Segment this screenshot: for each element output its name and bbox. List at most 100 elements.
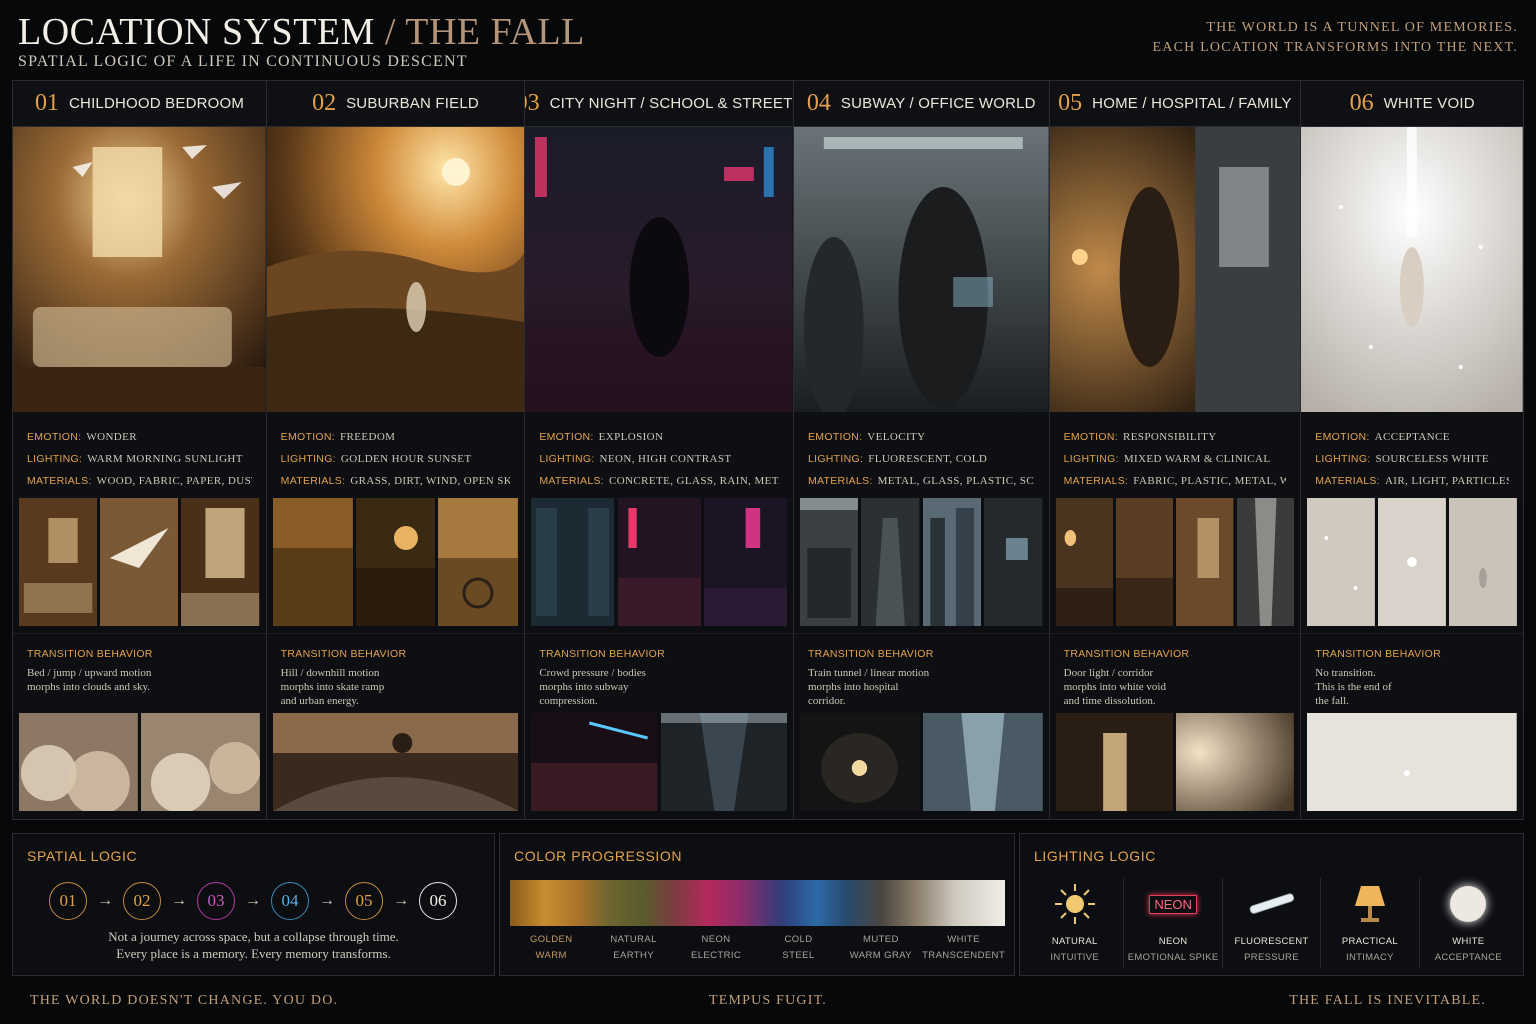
title-sub: THE FALL: [405, 11, 585, 53]
white-void-image: [1301, 127, 1523, 412]
location-attributes: EMOTION: VELOCITY LIGHTING: FLUORESCENT, C…: [793, 412, 1049, 502]
lighting-logic-panel: LIGHTING LOGIC NATURAL INTUITIVE NEON NE…: [1019, 833, 1524, 976]
thumbnail: [181, 498, 260, 626]
location-number: 06: [1349, 90, 1374, 116]
arrow-right-icon: →: [97, 892, 113, 909]
thumbnail: [1176, 498, 1234, 626]
transition-images: [19, 713, 260, 811]
transition-behavior: TRANSITION BEHAVIOR No transition. This …: [1301, 633, 1523, 713]
color-label: NATURAL EARTHY: [610, 934, 657, 961]
transition-behavior: TRANSITION BEHAVIOR Door light / corrido…: [1049, 633, 1301, 713]
lighting-type: NATURAL INTUITIVE: [1026, 878, 1125, 968]
lighting-row: LIGHTING: SOURCELESS WHITE: [1315, 453, 1489, 465]
transition-text: Door light / corridor morphs into white …: [1063, 667, 1166, 707]
transition-images: [531, 713, 787, 811]
lighting-type: NEON NEON EMOTIONAL SPIKE: [1124, 878, 1223, 968]
spatial-description: Not a journey across space, but a collap…: [108, 929, 399, 961]
step-02: 02: [123, 882, 161, 920]
transition-image: [660, 713, 787, 811]
lighting-row: LIGHTING: MIXED WARM & CLINICAL: [1063, 453, 1271, 465]
step-sequence: 01 → 02 → 03 → 04 → 05 → 06: [49, 882, 457, 920]
thumbnail: [355, 498, 436, 626]
location-name: CHILDHOOD BEDROOM: [69, 95, 245, 112]
thumbnail: [1116, 498, 1174, 626]
color-label: COLD STEEL: [782, 934, 815, 961]
lighting-row: LIGHTING: FLUORESCENT, COLD: [807, 453, 988, 465]
location-name: HOME / HOSPITAL / FAMILY: [1092, 95, 1292, 112]
color-label: MUTED WARM GRAY: [849, 934, 912, 961]
location-header: 04 SUBWAY / OFFICE WORLD: [793, 81, 1049, 127]
transition-title: TRANSITION BEHAVIOR: [807, 648, 934, 660]
location-hero-image: [266, 127, 525, 412]
transition-image: [922, 713, 1043, 811]
arrow-right-icon: →: [319, 892, 335, 909]
transition-image: [799, 713, 920, 811]
lighting-type: FLUORESCENT PRESSURE: [1223, 878, 1322, 968]
thumbnail: [100, 498, 179, 626]
thumbnail: [1378, 498, 1447, 626]
bedroom-image: [13, 127, 266, 412]
materials-row: MATERIALS:METAL, GLASS, PLASTIC, SCREENS: [807, 475, 1035, 487]
transition-image: [1055, 713, 1174, 811]
color-label: WHITE TRANSCENDENT: [922, 934, 1006, 961]
location-column-02: 02 SUBURBAN FIELD EMOTION: FREEDOM LIGHTI…: [266, 81, 526, 819]
thumbnail: [19, 498, 98, 626]
field-image: [266, 127, 525, 412]
tagline: THE WORLD IS A TUNNEL OF MEMORIES. EACH …: [1153, 18, 1518, 58]
lighting-type: WHITE ACCEPTANCE: [1420, 878, 1517, 968]
color-label: NEON ELECTRIC: [690, 934, 742, 961]
thumbnail: [1449, 498, 1518, 626]
thumbnail: [1307, 498, 1376, 626]
location-column-06: 06 WHITE VOID EMOTION: ACCEPTANCE LIGHTIN…: [1301, 81, 1523, 819]
thumbnail: [1055, 498, 1114, 626]
emotion-row: EMOTION: WONDER: [27, 431, 137, 443]
location-header: 06 WHITE VOID: [1301, 81, 1523, 127]
header: LOCATION SYSTEM / THE FALL SPATIAL LOGIC…: [0, 0, 1536, 80]
location-grid: 01 CHILDHOOD BEDROOM EMOTION: WONDER LIGH…: [12, 80, 1524, 820]
location-number: 05: [1058, 90, 1083, 116]
location-attributes: EMOTION: RESPONSIBILITY LIGHTING: MIXED WA…: [1049, 412, 1301, 502]
location-column-05: 05 HOME / HOSPITAL / FAMILY EMOTION: RESP…: [1049, 81, 1302, 819]
spatial-logic-panel: SPATIAL LOGIC 01 → 02 → 03 → 04 → 05 → 0…: [12, 833, 495, 976]
transition-text: Train tunnel / linear motion morphs into…: [807, 667, 930, 707]
page-subtitle: SPATIAL LOGIC OF A LIFE IN CONTINUOUS DE…: [18, 53, 468, 70]
location-name: WHITE VOID: [1383, 95, 1475, 112]
subway-image: [793, 127, 1049, 412]
location-hero-image: [13, 127, 266, 412]
home-hospital-image: [1049, 127, 1301, 412]
transition-title: TRANSITION BEHAVIOR: [27, 648, 153, 660]
emotion-row: EMOTION: RESPONSIBILITY: [1063, 431, 1217, 443]
lighting-row: LIGHTING: GOLDEN HOUR SUNSET: [280, 453, 472, 465]
color-labels: GOLDEN WARM NATURAL EARTHY NEON ELECTRIC CO…: [510, 932, 1005, 964]
materials-row: MATERIALS: AIR, LIGHT, PARTICLES: [1315, 475, 1509, 487]
title-main: LOCATION SYSTEM: [18, 11, 375, 53]
location-header: 02 SUBURBAN FIELD: [266, 81, 525, 127]
location-column-04: 04 SUBWAY / OFFICE WORLD EMOTION: VELOCIT…: [793, 81, 1050, 819]
tagline-line-2: EACH LOCATION TRANSFORMS INTO THE NEXT.: [1152, 40, 1518, 55]
thumbnail: [617, 498, 701, 626]
transition-behavior: TRANSITION BEHAVIOR Bed / jump / upward …: [13, 633, 266, 713]
transition-text: Hill / downhill motion morphs into skate…: [280, 667, 385, 707]
neon-sign-icon: NEON: [1147, 882, 1199, 926]
lighting-row: LIGHTING: WARM MORNING SUNLIGHT: [27, 453, 243, 465]
lighting-row: LIGHTING: NEON, HIGH CONTRAST: [539, 453, 732, 465]
transition-title: TRANSITION BEHAVIOR: [1063, 648, 1190, 660]
step-04: 04: [271, 882, 309, 920]
thumbnail: [922, 498, 982, 626]
location-name: SUBWAY / OFFICE WORLD: [840, 95, 1036, 112]
title-separator: /: [374, 11, 406, 53]
location-header: 03 CITY NIGHT / SCHOOL & STREETS: [525, 81, 793, 127]
materials-row: MATERIALS: CONCRETE, GLASS, RAIN, METAL: [539, 475, 779, 487]
arrow-right-icon: →: [393, 892, 409, 909]
footer-right: THE FALL IS INEVITABLE.: [1289, 993, 1486, 1008]
emotion-row: EMOTION: VELOCITY: [807, 431, 926, 443]
transition-images: [1307, 713, 1517, 811]
transition-images: [1055, 713, 1295, 811]
transition-images: [272, 713, 519, 811]
transition-behavior: TRANSITION BEHAVIOR Crowd pressure / bod…: [525, 633, 793, 713]
transition-title: TRANSITION BEHAVIOR: [539, 648, 666, 660]
thumbnail: [438, 498, 519, 626]
location-column-03: 03 CITY NIGHT / SCHOOL & STREETS EMOTION…: [525, 81, 794, 819]
thumbnail: [703, 498, 787, 626]
transition-behavior: TRANSITION BEHAVIOR Train tunnel / linea…: [793, 633, 1049, 713]
